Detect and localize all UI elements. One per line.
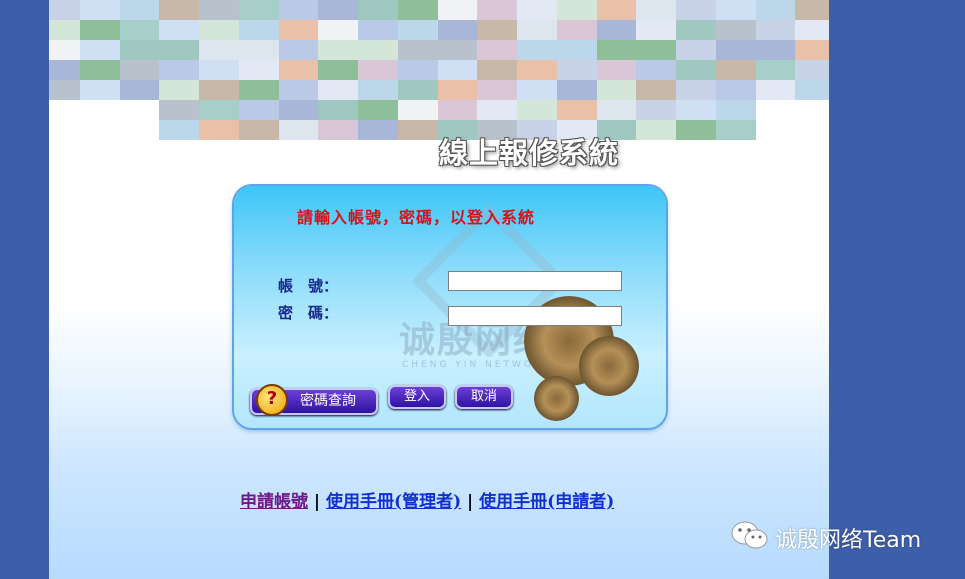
system-title: 線上報修系統 [439,136,620,170]
password-input[interactable] [448,306,622,326]
username-input[interactable] [448,271,622,291]
gear-decoration-icon [579,336,639,396]
question-magnifier-icon: ? [256,384,288,416]
header-banner-image [49,0,829,140]
password-query-button[interactable]: ? 密碼查詢 [250,384,378,416]
login-button[interactable]: 登入 [388,385,446,409]
manual-applicant-link[interactable]: 使用手冊(申請者) [479,492,614,512]
manual-admin-link[interactable]: 使用手冊(管理者) [326,492,461,512]
link-separator: | [313,492,321,512]
login-prompt: 請輸入帳號，密碼，以登入系統 [297,208,536,227]
link-separator: | [467,492,474,512]
apply-account-link[interactable]: 申請帳號 [240,492,308,512]
login-panel: 诚殷网络 CHENG YIN NETWORK 請輸入帳號，密碼，以登入系統 帳 … [234,186,666,428]
gear-decoration-icon [534,376,579,421]
right-background [829,0,965,579]
username-label: 帳 號： [278,277,339,295]
login-page: 線上報修系統 诚殷网络 CHENG YIN NETWORK 請輸入帳號，密碼，以… [49,0,829,579]
wechat-icon [731,521,768,549]
cancel-button[interactable]: 取消 [455,385,513,409]
password-label: 密 碼： [278,304,339,322]
footer-links: 申請帳號 | 使用手冊(管理者) | 使用手冊(申請者) [240,487,614,512]
password-query-label: 密碼查詢 [300,393,356,409]
watermark-brand: 诚殷网络Team [775,528,922,553]
